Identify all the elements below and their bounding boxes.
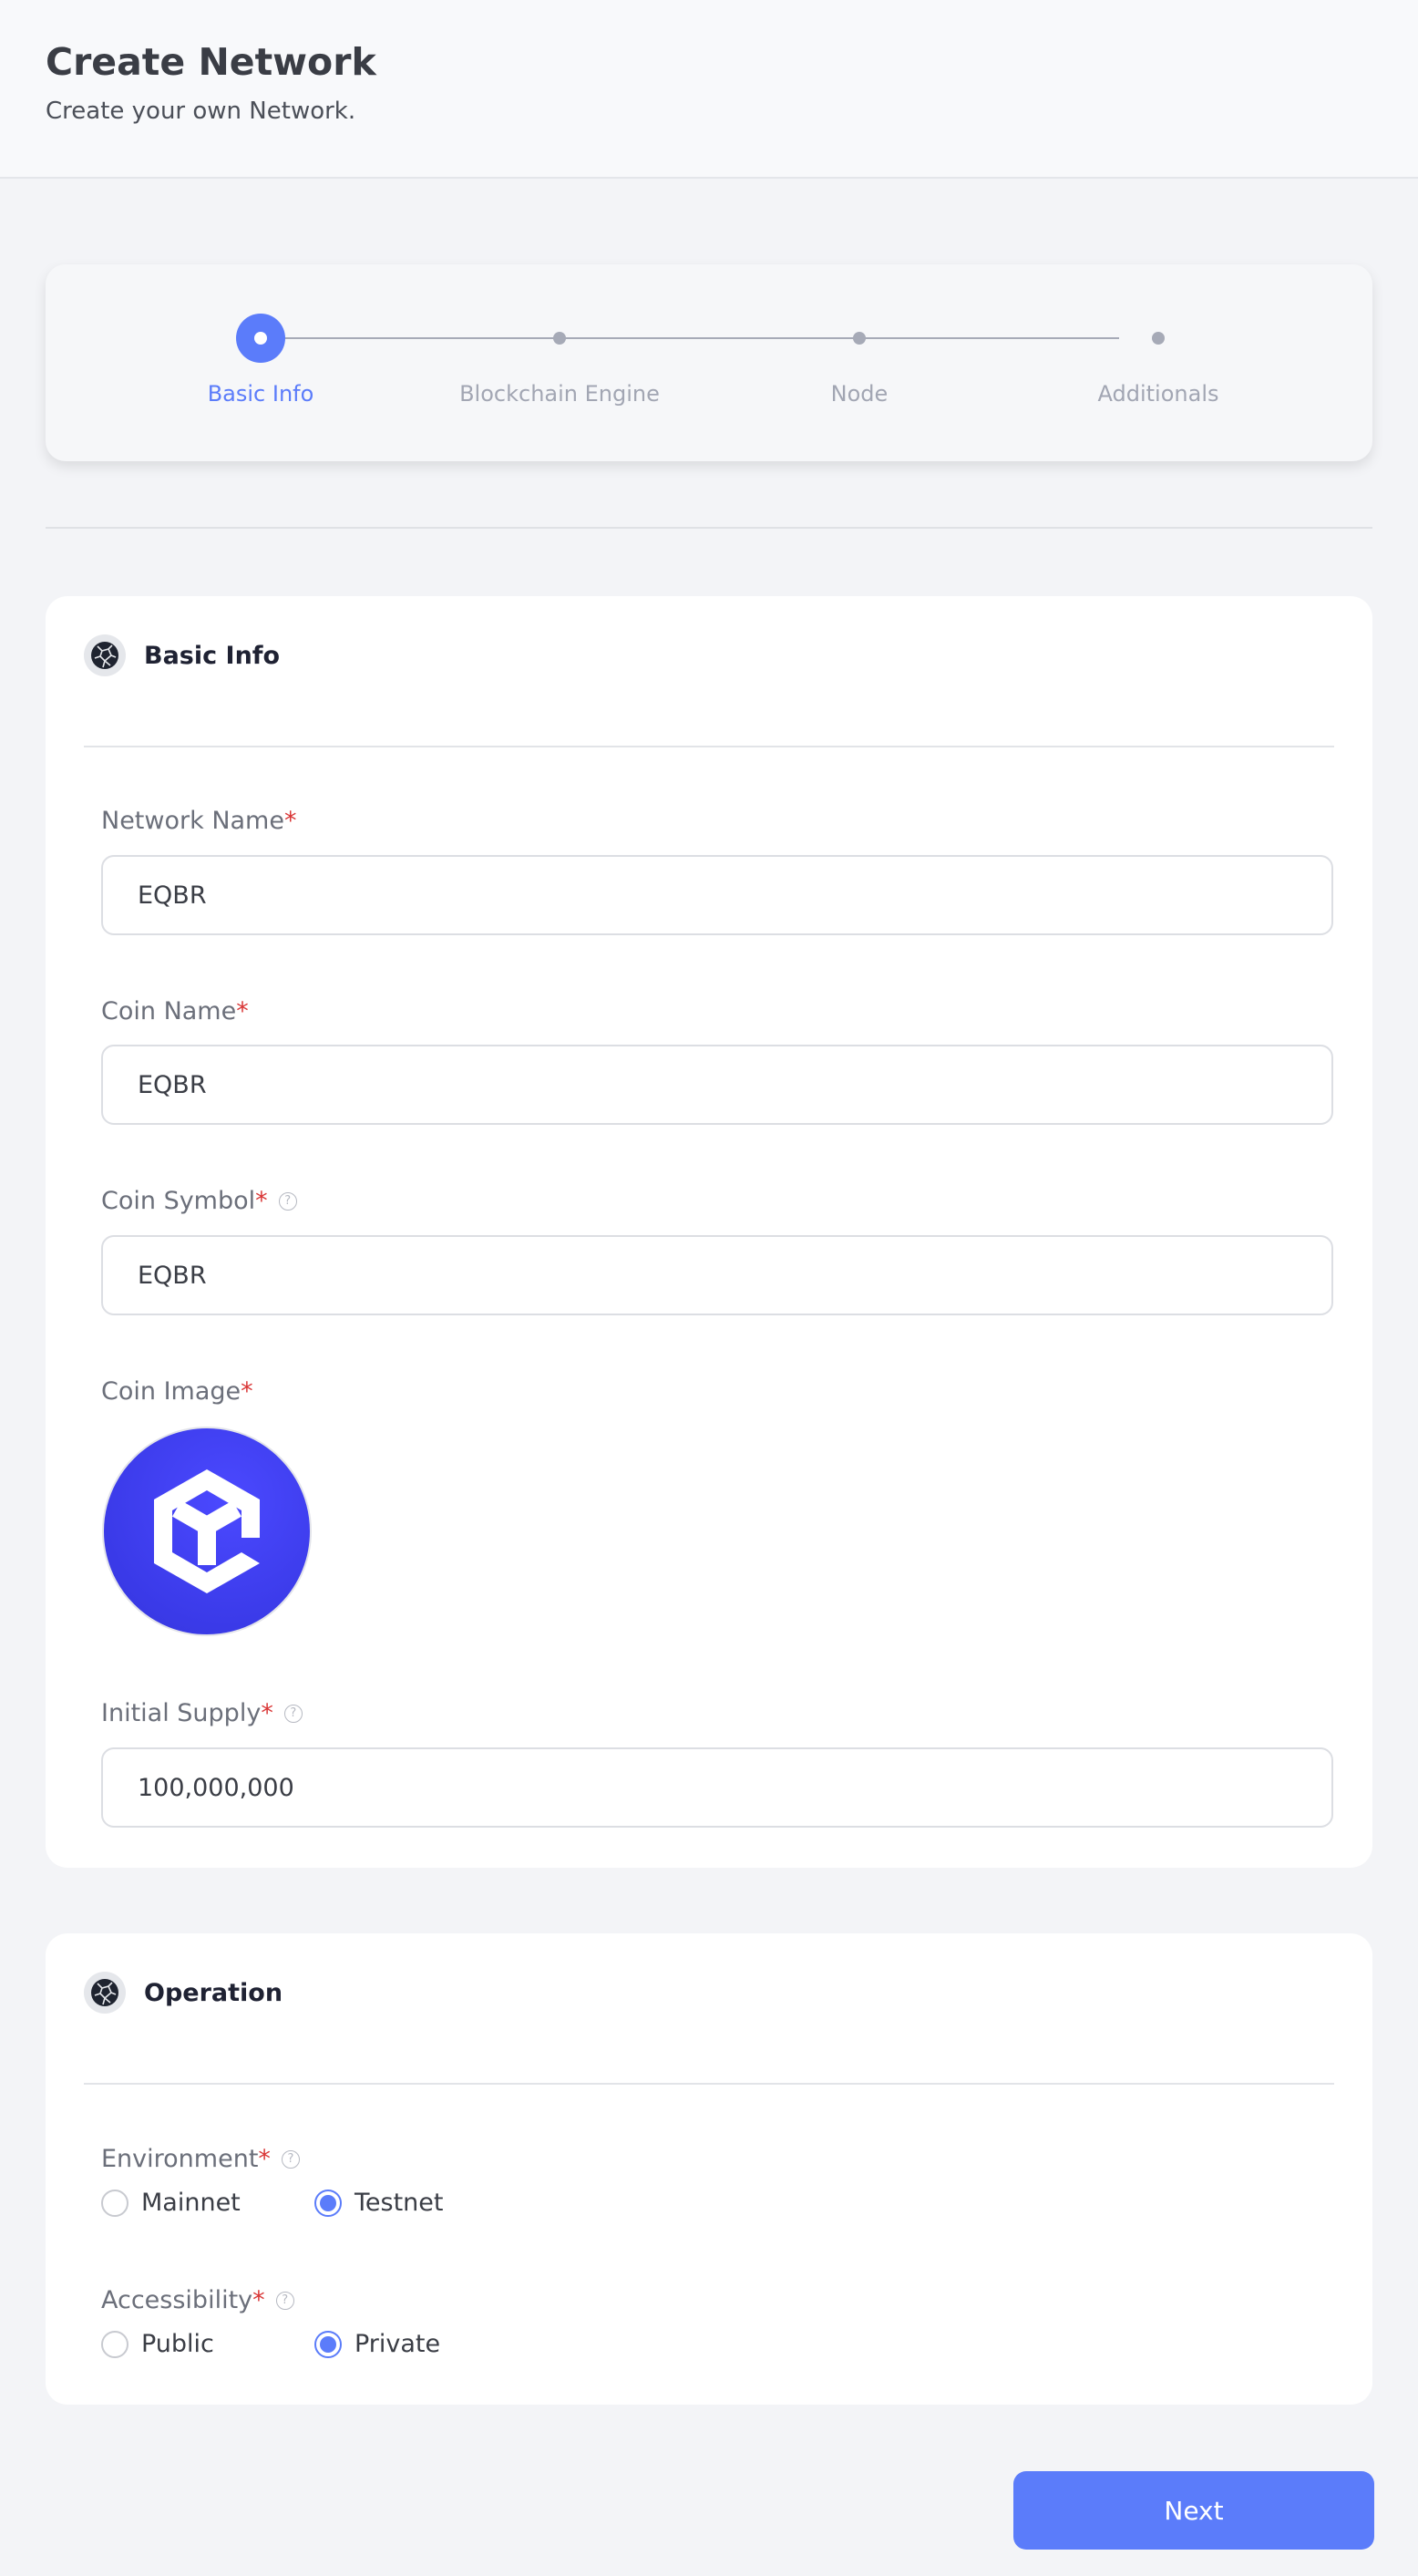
coin-name-label: Coin Name *: [101, 997, 249, 1025]
initial-supply-input[interactable]: [101, 1747, 1333, 1828]
accessibility-radio-public[interactable]: Public: [101, 2330, 214, 2358]
step-label: Blockchain Engine: [459, 381, 660, 407]
step-node[interactable]: Node: [709, 314, 1010, 407]
coin-image-upload[interactable]: [102, 1427, 312, 1636]
step-label: Node: [830, 381, 889, 407]
step-label: Additionals: [1097, 381, 1219, 407]
globe-icon: [84, 1972, 126, 2014]
step-basic-info[interactable]: Basic Info: [110, 314, 411, 407]
radio-circle[interactable]: [101, 2189, 128, 2217]
step-dot: [1152, 332, 1165, 345]
help-icon[interactable]: ?: [278, 1191, 297, 1211]
environment-label: Environment * ?: [101, 2145, 300, 2173]
section-divider: [46, 527, 1372, 529]
accessibility-label: Accessibility * ?: [101, 2286, 294, 2314]
card-divider: [84, 2083, 1334, 2085]
page-title: Create Network: [46, 40, 376, 84]
cube-logo-icon: [154, 1469, 260, 1593]
step-dot: [853, 332, 866, 345]
radio-circle[interactable]: [314, 2330, 342, 2358]
radio-label: Testnet: [354, 2189, 444, 2217]
step-additionals[interactable]: Additionals: [1008, 314, 1309, 407]
next-button[interactable]: Next: [1013, 2471, 1374, 2550]
basic-info-card: Basic Info Network Name* Coin Name* Coin…: [46, 596, 1372, 1868]
card-title: Basic Info: [144, 641, 281, 670]
page-subtitle: Create your own Network.: [46, 98, 356, 125]
accessibility-radio-private[interactable]: Private: [314, 2330, 440, 2358]
environment-radio-mainnet[interactable]: Mainnet: [101, 2189, 241, 2217]
card-divider: [84, 746, 1334, 747]
radio-label: Mainnet: [141, 2189, 241, 2217]
operation-card: Operation Environment * ? Mainnet Testnet…: [46, 1933, 1372, 2405]
radio-circle[interactable]: [314, 2189, 342, 2217]
initial-supply-label: Initial Supply * ?: [101, 1699, 303, 1727]
radio-label: Private: [354, 2330, 441, 2358]
radio-label: Public: [141, 2330, 214, 2358]
step-label: Basic Info: [207, 381, 314, 407]
card-title: Operation: [144, 1978, 283, 2007]
coin-symbol-label: Coin Symbol * ?: [101, 1187, 297, 1215]
card-header: Operation: [84, 1972, 283, 2014]
step-blockchain-engine[interactable]: Blockchain Engine: [409, 314, 710, 407]
page-header: Create Network Create your own Network.: [0, 0, 1418, 179]
globe-icon: [84, 634, 126, 676]
network-name-input[interactable]: [101, 855, 1333, 935]
step-dot-active: [236, 314, 285, 363]
help-icon[interactable]: ?: [281, 2149, 300, 2169]
network-name-label: Network Name *: [101, 807, 297, 835]
radio-circle[interactable]: [101, 2330, 128, 2358]
help-icon[interactable]: ?: [283, 1704, 303, 1723]
coin-name-input[interactable]: [101, 1045, 1333, 1125]
environment-radio-testnet[interactable]: Testnet: [314, 2189, 443, 2217]
coin-image-label: Coin Image *: [101, 1377, 253, 1406]
help-icon[interactable]: ?: [275, 2291, 294, 2310]
coin-symbol-input[interactable]: [101, 1235, 1333, 1315]
card-header: Basic Info: [84, 634, 280, 676]
step-dot: [553, 332, 566, 345]
